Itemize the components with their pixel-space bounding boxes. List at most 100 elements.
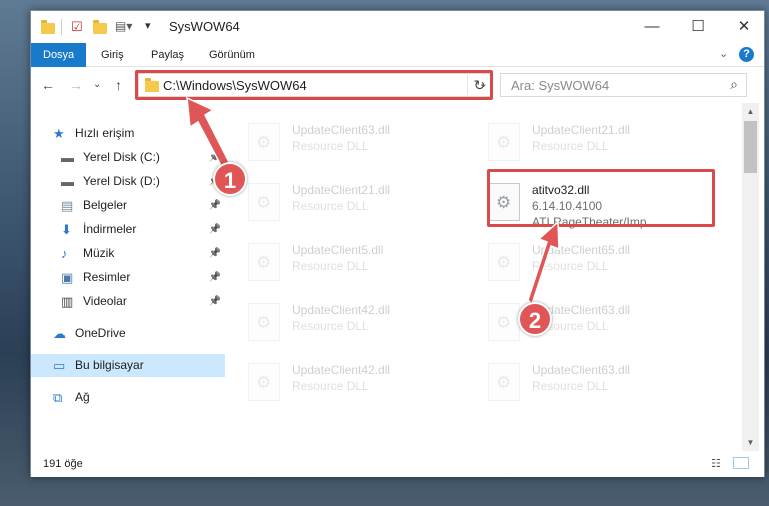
drive-icon: ▬ xyxy=(61,150,74,165)
status-bar: 191 öğe ☷ xyxy=(31,451,764,477)
file-name: UpdateClient63.dll xyxy=(292,123,391,137)
maximize-button[interactable]: ☐ xyxy=(675,11,721,43)
tab-view[interactable]: Görünüm xyxy=(197,43,267,67)
qa-dropdown-icon[interactable]: ▾ xyxy=(145,19,151,37)
recent-locations-icon[interactable]: ⌄ xyxy=(93,79,101,90)
sidebar-item[interactable]: ▬ Yerel Disk (C:) 📌 xyxy=(31,146,225,169)
file-detail: Resource DLL xyxy=(292,379,369,393)
sidebar-item[interactable]: ▤ Belgeler 📌 xyxy=(31,194,225,217)
vertical-scrollbar[interactable]: ▲ ▼ xyxy=(742,103,759,451)
drive-icon: ▬ xyxy=(61,174,74,189)
help-icon[interactable]: ? xyxy=(739,47,754,62)
file-item[interactable]: UpdateClient5.dll Resource DLL xyxy=(248,241,476,295)
network-icon: ⧉ xyxy=(53,390,63,405)
back-button[interactable]: ← xyxy=(41,77,55,93)
file-detail: Resource DLL xyxy=(532,259,609,273)
dll-file-icon xyxy=(488,303,520,341)
search-placeholder: Ara: SysWOW64 xyxy=(511,78,610,93)
large-icons-view-icon[interactable] xyxy=(733,457,749,469)
scroll-thumb[interactable] xyxy=(744,121,757,173)
dll-file-icon xyxy=(488,243,520,281)
star-icon: ★ xyxy=(53,126,65,141)
sidebar-item-label: İndirmeler xyxy=(83,222,137,236)
file-name: UpdateClient42.dll xyxy=(292,363,391,377)
sidebar-item[interactable]: ▭ Bu bilgisayar xyxy=(31,354,225,377)
pin-icon[interactable]: 📌 xyxy=(209,242,221,265)
documents-icon: ▤ xyxy=(61,198,74,213)
search-icon[interactable]: ⌕ xyxy=(730,76,738,93)
dll-file-icon xyxy=(248,183,280,221)
sidebar-item-label: Yerel Disk (C:) xyxy=(83,150,160,164)
dll-file-icon xyxy=(488,363,520,401)
properties-check-icon[interactable]: ☑ xyxy=(71,19,83,37)
download-icon: ⬇ xyxy=(61,222,72,237)
search-box[interactable]: Ara: SysWOW64 ⌕ xyxy=(500,73,747,97)
sidebar-item[interactable]: ⬇ İndirmeler 📌 xyxy=(31,218,225,241)
file-detail: Resource DLL xyxy=(532,139,609,153)
sidebar-item[interactable]: ▬Yerel Disk (D:)📌 xyxy=(31,170,225,193)
sidebar-item[interactable]: ★ Hızlı erişim xyxy=(31,122,225,145)
file-item[interactable]: UpdateClient21.dll Resource DLL xyxy=(248,181,476,235)
dll-file-icon xyxy=(248,363,280,401)
sidebar-item-label: Ağ xyxy=(75,390,90,404)
file-detail: Resource DLL xyxy=(292,199,369,213)
file-detail: Resource DLL xyxy=(292,259,369,273)
file-detail: Resource DLL xyxy=(292,139,369,153)
file-item[interactable]: UpdateClient65.dll Resource DLL xyxy=(488,241,716,295)
dll-file-icon xyxy=(248,303,280,341)
file-name: UpdateClient42.dll xyxy=(292,303,391,317)
details-view-icon[interactable]: ☷ xyxy=(711,457,727,470)
file-name: UpdateClient21.dll xyxy=(292,183,391,197)
file-detail: Resource DLL xyxy=(292,319,369,333)
pin-icon[interactable]: 📌 xyxy=(209,218,221,241)
file-item[interactable]: UpdateClient42.dll Resource DLL xyxy=(248,301,476,355)
file-item[interactable]: UpdateClient63.dll Resource DLL xyxy=(488,361,716,415)
title-bar: ☑ ▤▾ ▾ SysWOW64 — ☐ ✕ xyxy=(31,11,764,43)
file-item[interactable]: UpdateClient42.dll Resource DLL xyxy=(248,361,476,415)
sidebar-item[interactable]: ▥ Videolar 📌 xyxy=(31,290,225,313)
file-item[interactable]: UpdateClient63.dll Resource DLL xyxy=(248,121,476,175)
tab-home[interactable]: Giriş xyxy=(89,43,136,67)
minimize-button[interactable]: — xyxy=(629,11,675,43)
pin-icon[interactable]: 📌 xyxy=(209,290,221,313)
file-list: UpdateClient63.dllResource DLLUpdateClie… xyxy=(226,103,742,451)
videos-icon: ▥ xyxy=(61,294,74,309)
sidebar-item[interactable]: ▣ Resimler 📌 xyxy=(31,266,225,289)
annotation-box-file xyxy=(487,169,715,227)
file-name: UpdateClient21.dll xyxy=(532,123,631,137)
forward-button[interactable]: → xyxy=(69,77,83,93)
close-button[interactable]: ✕ xyxy=(721,11,767,43)
customize-toolbar-icon[interactable]: ▤▾ xyxy=(115,19,132,37)
computer-icon: ▭ xyxy=(53,358,66,373)
pictures-icon: ▣ xyxy=(61,270,74,285)
explorer-window: ☑ ▤▾ ▾ SysWOW64 — ☐ ✕ Dosya Giriş Paylaş… xyxy=(30,10,765,477)
up-button[interactable]: ↑ xyxy=(115,77,122,93)
sidebar-item[interactable]: ♪ Müzik 📌 xyxy=(31,242,225,265)
ribbon-expand-icon[interactable]: ⌄ xyxy=(719,47,728,60)
file-detail: Resource DLL xyxy=(532,379,609,393)
scroll-up-icon[interactable]: ▲ xyxy=(742,103,759,120)
sidebar-item-label: Hızlı erişim xyxy=(75,126,135,140)
sidebar-item-label: Belgeler xyxy=(83,198,128,212)
cloud-icon: ☁ xyxy=(53,326,66,341)
pin-icon[interactable]: 📌 xyxy=(209,194,221,217)
dll-file-icon xyxy=(488,123,520,161)
sidebar-item-label: Bu bilgisayar xyxy=(75,358,144,372)
qa-divider xyxy=(61,19,62,35)
tab-file[interactable]: Dosya xyxy=(31,43,87,67)
tab-share[interactable]: Paylaş xyxy=(139,43,196,67)
annotation-box-address xyxy=(135,70,493,100)
scroll-down-icon[interactable]: ▼ xyxy=(742,434,759,451)
navigation-pane: ★ Hızlı erişim ▬ Yerel Disk (C:) 📌 ▬ Yerel Dis… xyxy=(31,103,225,451)
file-name: UpdateClient5.dll xyxy=(292,243,384,257)
navigation-bar: ← → ⌄ ↑ C:\Windows\SysWOW64 ⌄ ↻ Ara: Sys… xyxy=(31,68,764,102)
window-title: SysWOW64 xyxy=(169,19,240,34)
sidebar-item[interactable]: ⧉ Ağ xyxy=(31,386,225,409)
sidebar-item[interactable]: ☁ OneDrive xyxy=(31,322,225,345)
ribbon: Dosya Giriş Paylaş Görünüm ⌄ ? xyxy=(31,43,764,67)
item-count: 191 öğe xyxy=(43,458,83,470)
file-item[interactable]: UpdateClient21.dll Resource DLL xyxy=(488,121,716,175)
sidebar-item-label: Yerel Disk (D:) xyxy=(83,174,160,188)
pin-icon[interactable]: 📌 xyxy=(209,266,221,289)
annotation-marker-2: 2 xyxy=(518,302,552,336)
